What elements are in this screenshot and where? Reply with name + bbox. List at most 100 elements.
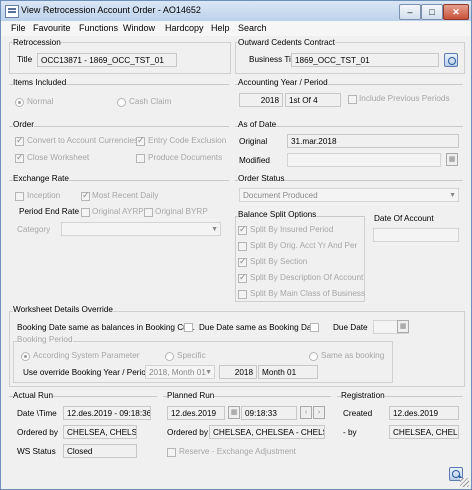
menu-hardcopy[interactable]: Hardcopy — [165, 23, 204, 33]
produce-documents-checkbox[interactable] — [136, 154, 145, 163]
booking-date-same-label: Booking Date same as balances in Booking… — [17, 323, 195, 332]
worksheet-header: Worksheet Details Override — [13, 305, 113, 314]
split-insured-period-label: Split By Insured Period — [250, 225, 334, 234]
by-label: - by — [343, 428, 357, 437]
created-field[interactable]: 12.des.2019 — [389, 406, 459, 420]
menu-help[interactable]: Help — [211, 23, 230, 33]
specific-label: Specific — [177, 351, 206, 360]
split-insured-period-checkbox[interactable] — [238, 224, 247, 235]
split-section-label: Split By Section — [250, 257, 308, 266]
calendar-icon[interactable]: ▦ — [397, 320, 409, 333]
due-date-label: Due Date — [333, 323, 368, 332]
menu-file[interactable]: File — [11, 23, 26, 33]
entry-code-checkbox[interactable] — [136, 135, 145, 146]
created-by-field[interactable]: CHELSEA, CHELSE — [389, 425, 459, 439]
minimize-button[interactable]: – — [399, 4, 421, 20]
calendar-icon[interactable]: ▦ — [446, 153, 458, 166]
same-as-booking-radio[interactable] — [309, 352, 318, 361]
include-previous-checkbox[interactable] — [348, 95, 357, 104]
order-status-combo[interactable]: Document Produced ▼ — [239, 188, 459, 202]
original-ayrp-checkbox[interactable] — [81, 208, 90, 217]
menu-window[interactable]: Window — [123, 23, 155, 33]
planned-ordered-by-field[interactable]: CHELSEA, CHELSEA - CHELSI — [209, 425, 325, 439]
normal-label: Normal — [27, 97, 54, 106]
most-recent-daily-checkbox[interactable] — [81, 190, 90, 201]
split-main-class-label: Split By Main Class of Business — [250, 289, 366, 298]
normal-radio[interactable] — [15, 98, 24, 107]
original-label: Original — [239, 137, 268, 146]
accounting-year-field[interactable]: 2018 — [239, 93, 283, 107]
chevron-down-icon: ▼ — [205, 369, 212, 376]
original-byrp-checkbox[interactable] — [144, 208, 153, 217]
split-description-label: Split By Description Of Account — [250, 273, 364, 282]
ws-status-field[interactable]: Closed — [63, 444, 137, 458]
window-title: View Retrocession Account Order - AO1465… — [21, 5, 201, 15]
order-status-header: Order Status — [238, 174, 285, 183]
most-recent-daily-label: Most Recent Daily — [92, 191, 159, 200]
produce-documents-label: Produce Documents — [148, 153, 223, 162]
menu-favourite[interactable]: Favourite — [33, 23, 71, 33]
inception-checkbox[interactable] — [15, 192, 24, 201]
reserve-checkbox[interactable] — [167, 448, 176, 457]
according-system-radio[interactable] — [21, 352, 30, 361]
date-of-account-field[interactable] — [373, 228, 459, 242]
override-year-field[interactable]: 2018 — [219, 365, 257, 379]
category-label: Category — [17, 225, 51, 234]
original-ayrp-label: Original AYRP — [92, 207, 144, 216]
maximize-button[interactable]: □ — [421, 4, 443, 20]
date-of-account-header: Date Of Account — [374, 214, 434, 223]
as-of-date-header: As of Date — [238, 120, 277, 129]
modified-date-field[interactable] — [287, 153, 441, 167]
include-previous-label: Include Previous Periods — [359, 94, 450, 103]
ordered-by-field[interactable]: CHELSEA, CHELSE — [63, 425, 137, 439]
due-date-same-label: Due Date same as Booking Date — [199, 323, 319, 332]
chevron-down-icon: ▼ — [211, 226, 218, 233]
title-field[interactable]: OCC13871 - 1869_OCC_TST_01 — [37, 53, 177, 67]
convert-checkbox[interactable] — [15, 135, 24, 146]
split-description-checkbox[interactable] — [238, 272, 247, 283]
according-system-label: According System Parameter — [33, 351, 140, 360]
override-month-field[interactable]: Month 01 — [258, 365, 318, 379]
cash-claim-radio[interactable] — [117, 98, 126, 107]
planned-run-header: Planned Run — [167, 391, 215, 400]
split-orig-acct-checkbox[interactable] — [238, 242, 247, 251]
split-main-class-checkbox[interactable] — [238, 290, 247, 299]
entry-code-label: Entry Code Exclusion — [148, 136, 227, 145]
order-group — [9, 126, 229, 127]
close-button[interactable]: ✕ — [443, 4, 469, 20]
balance-split-header: Balance Split Options — [238, 210, 317, 219]
form-content: Retrocession Title OCC13871 - 1869_OCC_T… — [3, 36, 469, 487]
title-label: Title — [17, 55, 33, 64]
chevron-down-icon: ▼ — [449, 192, 456, 199]
previous-icon[interactable]: ‹ — [300, 406, 312, 419]
original-byrp-label: Original BYRP — [155, 207, 208, 216]
next-icon[interactable]: › — [313, 406, 325, 419]
outward-header: Outward Cedents Contract — [238, 38, 335, 47]
order-status-value: Document Produced — [243, 191, 318, 200]
calendar-icon[interactable]: ▦ — [228, 406, 240, 419]
override-period-combo[interactable]: 2018, Month 01 ▼ — [145, 365, 215, 379]
status-bar — [1, 463, 471, 489]
accounting-header: Accounting Year / Period — [238, 78, 328, 87]
resize-grip[interactable] — [460, 478, 469, 487]
booking-date-same-checkbox[interactable] — [184, 323, 193, 332]
split-orig-acct-label: Split By Orig. Acct Yr And Per — [250, 241, 358, 250]
close-worksheet-checkbox[interactable] — [15, 152, 24, 163]
category-combo[interactable]: ▼ — [61, 222, 221, 236]
booking-period-header: Booking Period — [17, 335, 73, 344]
date-time-field[interactable]: 12.des.2019 - 09:18:36 — [63, 406, 151, 420]
menu-functions[interactable]: Functions — [79, 23, 118, 33]
planned-date-field[interactable]: 12.des.2019 — [167, 406, 225, 420]
period-end-rate-label: Period End Rate — [19, 207, 80, 216]
open-contract-icon[interactable] — [444, 53, 458, 67]
due-date-same-checkbox[interactable] — [310, 323, 319, 332]
order-header: Order — [13, 120, 34, 129]
window-icon — [5, 5, 19, 18]
accounting-period-field[interactable]: 1st Of 4 — [285, 93, 341, 107]
menu-search[interactable]: Search — [238, 23, 267, 33]
specific-radio[interactable] — [165, 352, 174, 361]
split-section-checkbox[interactable] — [238, 256, 247, 267]
business-title-field[interactable]: 1869_OCC_TST_01 — [291, 53, 439, 67]
original-date-field[interactable]: 31.mar.2018 — [287, 134, 459, 148]
planned-time-field[interactable]: 09:18:33 — [241, 406, 297, 420]
